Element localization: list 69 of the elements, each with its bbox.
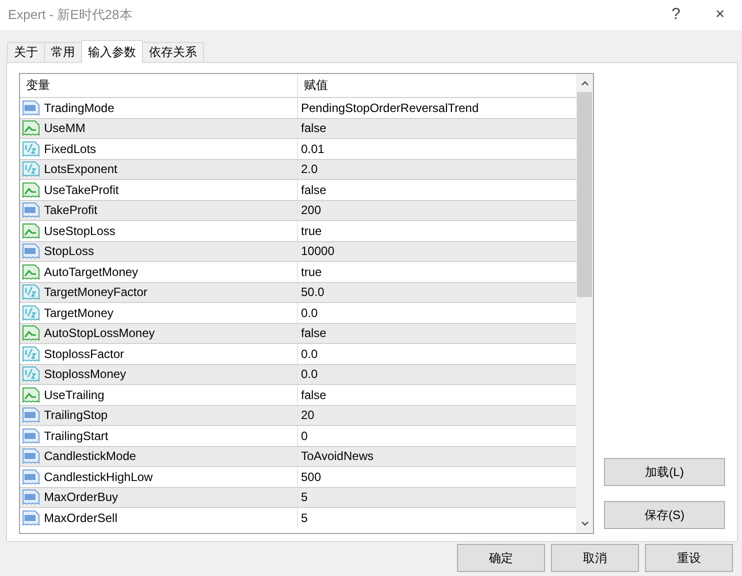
parameter-value: 5 xyxy=(301,490,308,504)
fraction-icon xyxy=(22,366,40,382)
parameter-name: AutoTargetMoney xyxy=(44,264,138,279)
dialog-button[interactable]: 重设 xyxy=(645,544,733,572)
parameter-value: false xyxy=(301,388,326,402)
parameter-name: TradingMode xyxy=(44,100,114,115)
close-button[interactable]: × xyxy=(698,0,742,30)
parameter-value: false xyxy=(301,121,326,136)
chart-icon xyxy=(22,386,40,403)
parameter-value: true xyxy=(301,224,322,238)
parameter-value: 0 xyxy=(301,428,308,443)
column-header[interactable]: 赋值 xyxy=(298,74,576,97)
column-header[interactable]: 变量 xyxy=(20,74,298,97)
scroll-thumb[interactable] xyxy=(577,92,592,297)
parameter-name: AutoStopLossMoney xyxy=(44,326,155,340)
parameter-value: false xyxy=(301,326,326,340)
fraction-icon xyxy=(22,304,40,321)
dialog-button[interactable]: 取消 xyxy=(551,544,639,572)
chart-icon xyxy=(22,264,40,280)
parameter-value: true xyxy=(301,264,322,279)
parameter-name: StopLoss xyxy=(44,244,94,258)
parameter-value: 200 xyxy=(301,203,322,218)
tab[interactable]: 关于 xyxy=(7,42,45,62)
parameter-value: 5 xyxy=(301,510,308,525)
parameter-name: MaxOrderBuy xyxy=(44,490,118,504)
parameter-value: 0.01 xyxy=(301,142,324,156)
help-button[interactable]: ? xyxy=(654,0,698,30)
parameter-name: TakeProfit xyxy=(44,203,98,218)
parameter-name: UseMM xyxy=(44,121,86,136)
fraction-icon xyxy=(22,346,40,362)
parameter-name: UseTakeProfit xyxy=(44,182,119,197)
parameter-value: 20 xyxy=(301,408,314,422)
fraction-icon xyxy=(22,140,40,157)
scroll-up-icon[interactable] xyxy=(580,79,590,87)
parameter-name: CandlestickMode xyxy=(44,449,136,464)
scrollbar[interactable] xyxy=(576,74,593,533)
parameter-value: 10000 xyxy=(301,244,334,258)
parameter-value: 2.0 xyxy=(301,162,318,176)
parameter-value: PendingStopOrderReversalTrend xyxy=(301,100,479,115)
parameter-value: false xyxy=(301,182,326,197)
side-button[interactable]: 保存(S) xyxy=(604,501,725,529)
parameter-value: 0.0 xyxy=(301,306,318,320)
parameter-name: UseStopLoss xyxy=(44,224,116,238)
parameter-name: TrailingStop xyxy=(44,408,108,422)
tab[interactable]: 依存关系 xyxy=(142,42,204,62)
fraction-icon xyxy=(22,284,40,300)
parameter-value: 0.0 xyxy=(301,367,318,382)
parameter-name: TargetMoney xyxy=(44,306,114,320)
parameter-name: LotsExponent xyxy=(44,162,118,176)
parameter-value: 0.0 xyxy=(301,346,318,361)
parameter-name: FixedLots xyxy=(44,142,96,156)
parameter-name: MaxOrderSell xyxy=(44,510,118,525)
dialog-button[interactable]: 确定 xyxy=(457,544,545,572)
parameter-name: CandlestickHighLow xyxy=(44,470,153,484)
fraction-icon xyxy=(22,161,40,178)
scroll-down-icon[interactable] xyxy=(580,520,590,528)
chart-icon xyxy=(22,222,40,239)
parameter-name: TargetMoneyFactor xyxy=(44,285,148,300)
parameter-name: StoplossMoney xyxy=(44,367,126,382)
tab[interactable]: 输入参数 xyxy=(81,40,143,63)
parameter-name: UseTrailing xyxy=(44,388,104,402)
chart-icon xyxy=(22,182,40,198)
parameter-value: 500 xyxy=(301,470,322,484)
parameter-value: 50.0 xyxy=(301,285,324,300)
parameter-name: TrailingStart xyxy=(44,428,108,443)
side-button[interactable]: 加载(L) xyxy=(604,458,725,486)
parameter-name: StoplossFactor xyxy=(44,346,124,361)
parameter-value: ToAvoidNews xyxy=(301,449,374,464)
window-title: Expert - 新E时代28本 xyxy=(8,6,132,24)
